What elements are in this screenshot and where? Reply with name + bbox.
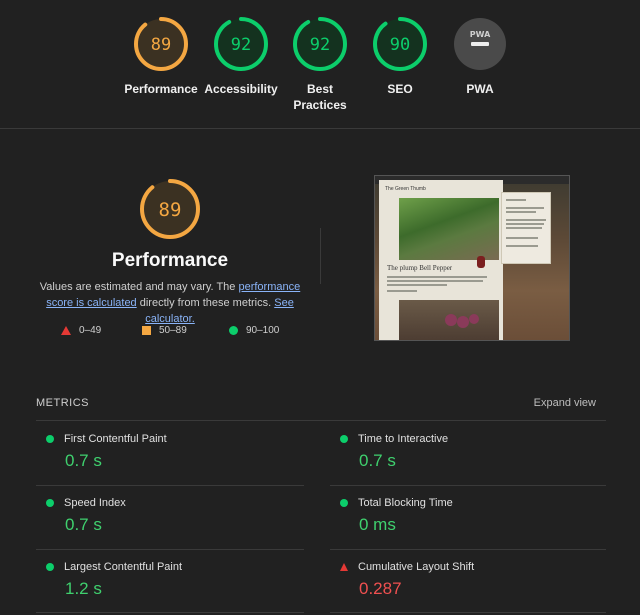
pass-dot-icon bbox=[340, 499, 348, 507]
metric-label: Total Blocking Time bbox=[358, 497, 453, 509]
category-scores-bar: 89 Performance 92 Accessibility 92 Best … bbox=[0, 0, 640, 129]
desc-text-1: Values are estimated and may vary. The bbox=[39, 281, 239, 293]
pass-dot-icon bbox=[46, 563, 54, 571]
gauge-best-practices[interactable]: 92 Best Practices bbox=[275, 16, 365, 113]
gauge-seo[interactable]: 90 SEO bbox=[355, 16, 445, 97]
legend-fail-label: 0–49 bbox=[79, 325, 102, 336]
fail-triangle-icon bbox=[61, 326, 71, 335]
svg-text:PWA: PWA bbox=[470, 30, 491, 39]
performance-title: Performance bbox=[111, 250, 229, 271]
performance-gauge-ring: 89 bbox=[134, 17, 188, 71]
gauge-performance[interactable]: 89 Performance bbox=[116, 16, 206, 97]
best-practices-score-text: 92 bbox=[310, 35, 330, 55]
average-square-icon bbox=[142, 326, 151, 335]
metric-label: Largest Contentful Paint bbox=[64, 561, 183, 573]
performance-detail-gauge: 89 bbox=[140, 179, 200, 239]
fail-triangle-icon bbox=[340, 563, 348, 571]
best-practices-gauge-ring: 92 bbox=[293, 17, 347, 71]
legend-average: 50–89 bbox=[142, 325, 187, 336]
performance-description: Values are estimated and may vary. The p… bbox=[30, 279, 310, 327]
gauge-pwa[interactable]: PWA PWA bbox=[435, 16, 525, 97]
metric-speed-index: Speed Index 0.7 s bbox=[46, 497, 306, 535]
thumb-sidebar bbox=[501, 192, 551, 264]
performance-label: Performance bbox=[124, 82, 198, 96]
legend-fail: 0–49 bbox=[61, 325, 101, 336]
legend-average-label: 50–89 bbox=[159, 325, 187, 336]
metric-cls: Cumulative Layout Shift 0.287 bbox=[340, 561, 600, 599]
seo-gauge-ring: 90 bbox=[373, 17, 427, 71]
metric-value: 1.2 s bbox=[65, 579, 102, 598]
seo-label: SEO bbox=[387, 82, 413, 96]
metric-value: 0 ms bbox=[359, 515, 396, 534]
metric-label: Time to Interactive bbox=[358, 433, 449, 445]
metric-fcp: First Contentful Paint 0.7 s bbox=[46, 433, 306, 471]
seo-score-text: 90 bbox=[390, 35, 410, 55]
performance-score-text: 89 bbox=[151, 35, 171, 55]
pass-dot-icon bbox=[46, 435, 54, 443]
metric-value: 0.7 s bbox=[359, 451, 396, 470]
metric-value: 0.287 bbox=[359, 579, 402, 598]
pwa-label: PWA bbox=[466, 82, 494, 96]
pass-dot-icon bbox=[340, 435, 348, 443]
vertical-divider bbox=[320, 228, 321, 284]
metric-label: First Contentful Paint bbox=[64, 433, 167, 445]
thumb-site-title: The Green Thumb bbox=[385, 186, 426, 192]
metric-value: 0.7 s bbox=[65, 451, 102, 470]
thumb-pepper-image bbox=[399, 198, 499, 268]
pass-dot-icon bbox=[46, 499, 54, 507]
page-screenshot-thumbnail[interactable]: The Green Thumb The plump Bell Pepper bbox=[374, 175, 570, 341]
pwa-badge-icon: PWA bbox=[454, 18, 506, 70]
legend-pass-label: 90–100 bbox=[246, 325, 280, 336]
metric-tbt: Total Blocking Time 0 ms bbox=[340, 497, 600, 535]
metric-lcp: Largest Contentful Paint 1.2 s bbox=[46, 561, 306, 599]
desc-text-2: directly from these metrics. bbox=[136, 297, 275, 309]
best-practices-label: Best Practices bbox=[293, 82, 347, 112]
metrics-header: METRICS bbox=[36, 397, 89, 409]
metric-tti: Time to Interactive 0.7 s bbox=[340, 433, 600, 471]
legend-pass: 90–100 bbox=[229, 325, 279, 336]
gauge-accessibility[interactable]: 92 Accessibility bbox=[196, 16, 286, 97]
accessibility-score-text: 92 bbox=[231, 35, 251, 55]
metrics-divider bbox=[36, 420, 606, 421]
accessibility-gauge-ring: 92 bbox=[214, 17, 268, 71]
accessibility-label: Accessibility bbox=[204, 82, 278, 96]
thumb-onion-image bbox=[399, 300, 499, 340]
pass-circle-icon bbox=[229, 326, 238, 335]
metric-label: Speed Index bbox=[64, 497, 126, 509]
metric-value: 0.7 s bbox=[65, 515, 102, 534]
thumb-post-title: The plump Bell Pepper bbox=[387, 264, 453, 272]
performance-detail-score: 89 bbox=[159, 199, 182, 221]
metric-label: Cumulative Layout Shift bbox=[358, 561, 475, 573]
expand-view-toggle[interactable]: Expand view bbox=[534, 397, 596, 409]
